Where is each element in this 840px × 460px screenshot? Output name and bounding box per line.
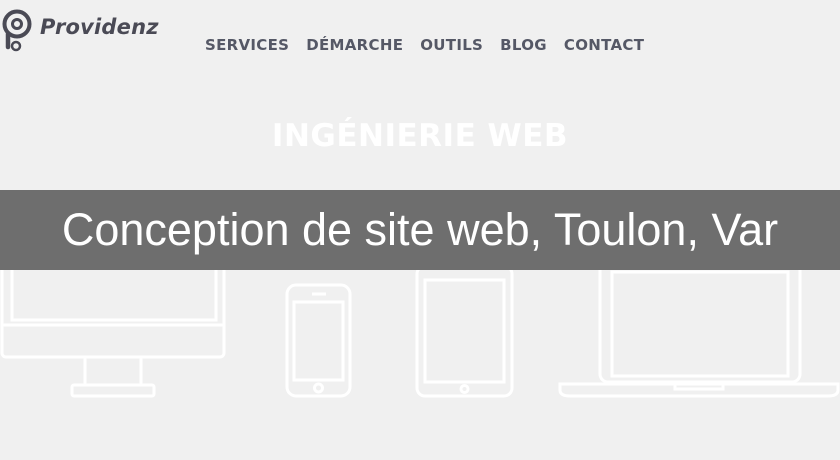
page-title-banner: Conception de site web, Toulon, Var bbox=[0, 190, 840, 270]
tablet-icon bbox=[415, 264, 514, 398]
smartphone-icon bbox=[285, 283, 352, 398]
laptop-icon bbox=[558, 258, 840, 398]
